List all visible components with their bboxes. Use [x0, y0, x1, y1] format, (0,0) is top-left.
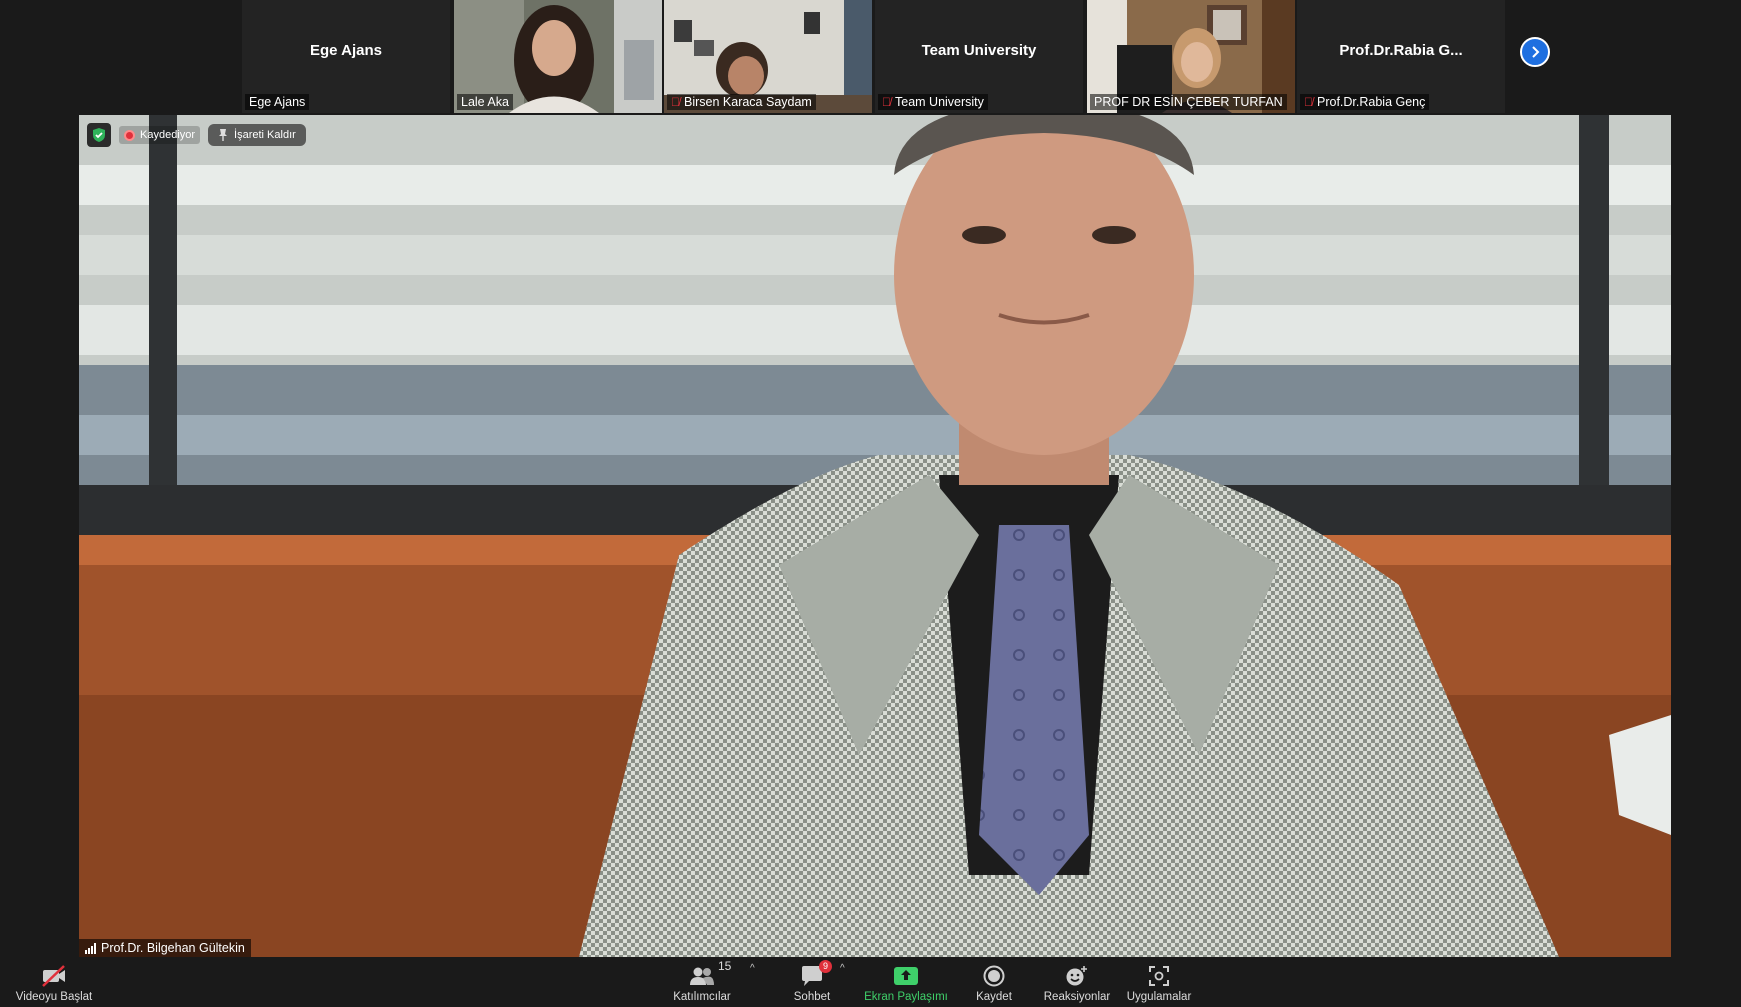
- participant-tile[interactable]: Team University 🎙̸ Team University: [875, 0, 1083, 113]
- reactions-button[interactable]: Reaksiyonlar: [1040, 957, 1114, 1007]
- next-page-button[interactable]: [1520, 37, 1550, 67]
- participant-tile[interactable]: Ege Ajans Ege Ajans: [242, 0, 450, 113]
- participants-icon: [690, 967, 714, 985]
- chevron-right-icon: [1532, 46, 1540, 58]
- chat-unread-badge: 9: [818, 960, 832, 973]
- apps-icon: [1149, 966, 1169, 986]
- recording-indicator[interactable]: Kaydediyor: [119, 126, 201, 144]
- start-video-button[interactable]: Videoyu Başlat: [12, 957, 96, 1007]
- chat-button[interactable]: 9 Sohbet: [780, 957, 844, 1007]
- video-off-icon: [42, 965, 65, 987]
- participants-label: Katılımcılar: [673, 991, 731, 1003]
- record-dot-icon: [124, 129, 135, 141]
- reactions-icon: [1066, 966, 1087, 986]
- share-screen-label: Ekran Paylaşımı: [864, 991, 948, 1003]
- meeting-badges: Kaydediyor İşareti Kaldır: [87, 123, 306, 147]
- participant-center-name: Prof.Dr.Rabia G...: [1339, 42, 1463, 59]
- muted-mic-icon: 🎙̸: [671, 95, 680, 109]
- participant-label: Lale Aka: [457, 94, 513, 110]
- participant-center-name: Ege Ajans: [310, 42, 382, 59]
- participants-count: 15: [718, 959, 732, 973]
- participant-label: 🎙̸ Birsen Karaca Saydam: [667, 94, 816, 110]
- security-shield-icon[interactable]: [87, 123, 111, 147]
- unpin-button[interactable]: İşareti Kaldır: [208, 124, 306, 146]
- recording-label: Kaydediyor: [140, 129, 196, 141]
- participant-tile[interactable]: 🎙̸ Birsen Karaca Saydam: [664, 0, 872, 113]
- apps-label: Uygulamalar: [1126, 991, 1192, 1003]
- muted-mic-icon: 🎙̸: [882, 95, 891, 109]
- meeting-toolbar: Videoyu Başlat Katılımcılar 15 ^ 9 Sohbe…: [0, 957, 1741, 1007]
- participant-label: PROF DR ESİN ÇEBER TURFAN: [1090, 94, 1287, 110]
- record-icon: [983, 965, 1005, 987]
- participant-tile[interactable]: PROF DR ESİN ÇEBER TURFAN: [1087, 0, 1295, 113]
- participant-label: Ege Ajans: [245, 94, 310, 110]
- participant-strip: Ege Ajans Ege Ajans Lale Aka 🎙̸ Birsen Ka…: [242, 0, 1508, 113]
- pin-icon: [219, 129, 228, 141]
- record-label: Kaydet: [976, 991, 1012, 1003]
- speaker-video: [79, 115, 1671, 957]
- reactions-label: Reaksiyonlar: [1043, 991, 1111, 1003]
- chat-caret-icon[interactable]: ^: [840, 963, 845, 974]
- share-screen-icon: [894, 967, 918, 985]
- chat-label: Sohbet: [793, 991, 831, 1003]
- muted-mic-icon: 🎙̸: [1304, 95, 1313, 109]
- participant-label: 🎙̸ Team University: [878, 94, 988, 110]
- record-button[interactable]: Kaydet: [968, 957, 1020, 1007]
- participant-label: 🎙̸ Prof.Dr.Rabia Genç: [1300, 94, 1430, 110]
- participant-tile[interactable]: Prof.Dr.Rabia G... 🎙̸ Prof.Dr.Rabia Genç: [1297, 0, 1505, 113]
- signal-strength-icon: [85, 942, 96, 954]
- share-screen-button[interactable]: Ekran Paylaşımı: [860, 957, 952, 1007]
- participant-center-name: Team University: [921, 42, 1037, 59]
- speaker-name-text: Prof.Dr. Bilgehan Gültekin: [101, 941, 245, 955]
- start-video-label: Videoyu Başlat: [15, 991, 93, 1003]
- participants-caret-icon[interactable]: ^: [750, 963, 755, 974]
- active-speaker-label: Prof.Dr. Bilgehan Gültekin: [79, 939, 251, 957]
- participant-tile[interactable]: Lale Aka: [454, 0, 662, 113]
- apps-button[interactable]: Uygulamalar: [1120, 957, 1198, 1007]
- main-video[interactable]: Kaydediyor İşareti Kaldır Prof.Dr. Bilge…: [79, 115, 1671, 957]
- unpin-label: İşareti Kaldır: [234, 129, 296, 141]
